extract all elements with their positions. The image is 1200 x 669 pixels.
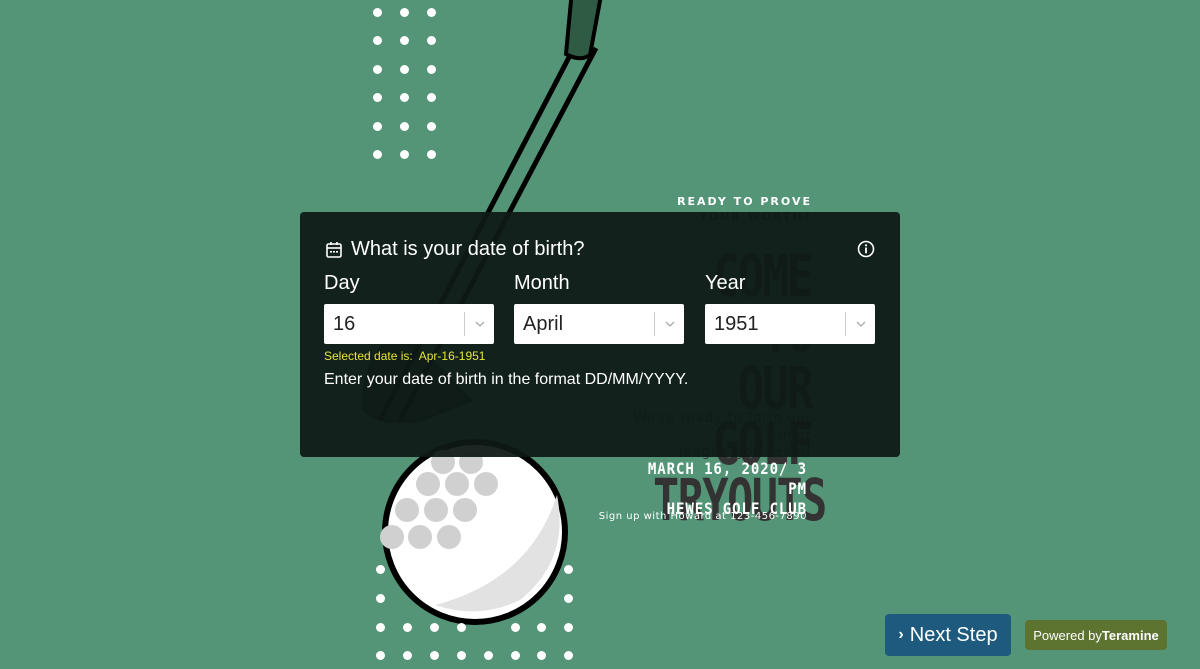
decorative-dot: [399, 92, 409, 102]
selected-date-value: Apr-16-1951: [418, 349, 486, 363]
decorative-dot: [456, 650, 466, 660]
decorative-dot: [563, 593, 573, 603]
selected-date-text: Selected date is: Apr-16-1951: [324, 349, 485, 363]
decorative-dot: [399, 35, 409, 45]
year-select[interactable]: 1951: [705, 304, 875, 344]
year-select-value: 1951: [714, 312, 759, 335]
decorative-dot: [372, 149, 382, 159]
dialog-title: What is your date of birth?: [325, 238, 584, 261]
decorative-dot: [429, 622, 439, 632]
day-select[interactable]: 16: [324, 304, 494, 344]
decorative-dot: [563, 622, 573, 632]
month-label: Month: [514, 272, 570, 294]
day-select-value: 16: [333, 312, 356, 335]
decorative-dot: [372, 121, 382, 131]
decorative-dot: [536, 650, 546, 660]
decorative-dot: [372, 7, 382, 17]
decorative-dot: [426, 149, 436, 159]
dialog-title-text: What is your date of birth?: [351, 238, 585, 260]
decorative-dot: [563, 650, 573, 660]
decorative-dot: [372, 64, 382, 74]
decorative-dot: [536, 622, 546, 632]
decorative-dot: [399, 121, 409, 131]
golf-ball: [380, 439, 568, 625]
decorative-dot: [563, 564, 573, 574]
chevron-down-icon[interactable]: [846, 304, 875, 344]
decorative-dot: [426, 7, 436, 17]
selected-date-prefix: Selected date is:: [324, 349, 413, 363]
decorative-dot: [372, 92, 382, 102]
info-icon[interactable]: [857, 240, 875, 258]
event-date: MARCH 16, 2020/ 3 PM: [647, 459, 807, 498]
powered-by-prefix: Powered by: [1033, 627, 1102, 643]
decorative-dot: [429, 650, 439, 660]
powered-by-badge[interactable]: Powered by Teramine: [1025, 620, 1167, 650]
poster-signup: Sign up with Howard at 123-456-7890: [598, 511, 807, 522]
decorative-dot: [510, 622, 520, 632]
decorative-dot: [426, 121, 436, 131]
decorative-dot: [375, 564, 385, 574]
poster-event: MARCH 16, 2020/ 3 PM HEWES GOLF CLUB: [642, 459, 807, 519]
chevron-down-icon[interactable]: [465, 304, 494, 344]
decorative-dot: [375, 650, 385, 660]
decorative-dot: [372, 35, 382, 45]
year-label: Year: [705, 272, 746, 294]
decorative-dot: [375, 593, 385, 603]
decorative-dot: [399, 149, 409, 159]
poster-ready-line: READY TO PROVE: [677, 195, 812, 208]
month-select[interactable]: April: [514, 304, 684, 344]
date-of-birth-dialog: What is your date of birth? Day Month Ye…: [300, 212, 900, 457]
powered-by-brand: Teramine: [1101, 627, 1159, 643]
decorative-dot: [426, 92, 436, 102]
format-hint: Enter your date of birth in the format D…: [324, 371, 689, 388]
calendar-icon: [326, 241, 342, 258]
decorative-dot: [399, 7, 409, 17]
decorative-dot: [402, 650, 412, 660]
decorative-dot: [483, 650, 493, 660]
next-step-button[interactable]: › Next Step: [885, 614, 1011, 656]
decorative-dot: [375, 622, 385, 632]
chevron-right-icon: ›: [898, 626, 904, 643]
decorative-dot: [426, 64, 436, 74]
month-select-value: April: [523, 312, 564, 335]
decorative-dot: [399, 64, 409, 74]
decorative-dot: [510, 650, 520, 660]
decorative-dot: [402, 622, 412, 632]
decorative-dot: [426, 35, 436, 45]
day-label: Day: [324, 272, 360, 294]
decorative-dot: [456, 622, 466, 632]
chevron-down-icon[interactable]: [655, 304, 684, 344]
next-step-label: Next Step: [909, 623, 998, 646]
